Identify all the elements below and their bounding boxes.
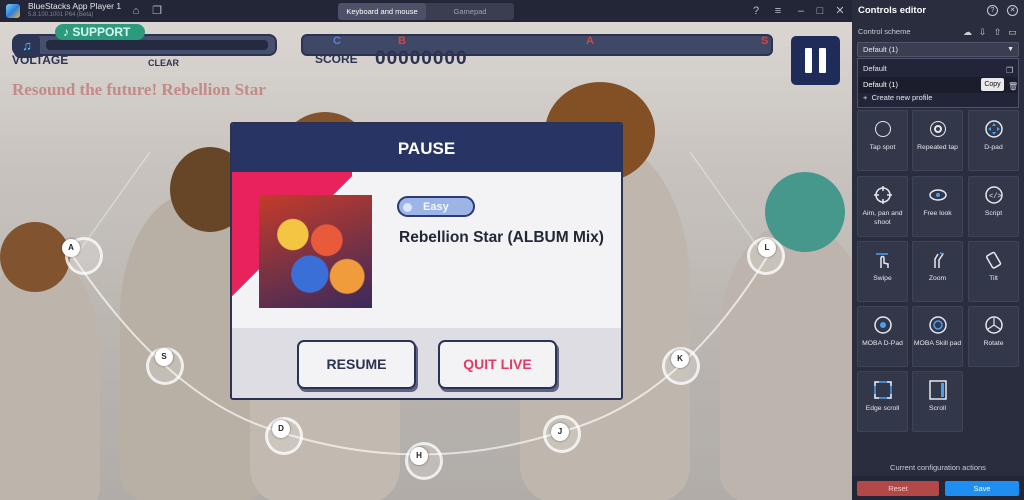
- free-look-icon: [928, 185, 948, 205]
- scroll-icon: [928, 380, 948, 400]
- create-new-profile-button[interactable]: + Create new profile: [863, 93, 932, 102]
- tile-scroll[interactable]: Scroll: [912, 371, 963, 432]
- moba-skill-icon: [928, 315, 948, 335]
- tilt-icon: [984, 250, 1004, 270]
- controls-grid: Tap spot Repeated tap D-pad Aim, pan and…: [857, 110, 1019, 432]
- close-icon[interactable]: ✕: [834, 5, 846, 17]
- quit-live-button[interactable]: QUIT LIVE: [438, 340, 557, 389]
- app-title: BlueStacks App Player 1: [28, 1, 122, 11]
- key-label-j: J: [551, 423, 569, 441]
- reset-button[interactable]: Reset: [857, 481, 939, 496]
- tab-keyboard-mouse[interactable]: Keyboard and mouse: [338, 3, 426, 20]
- chevron-down-icon: ▼: [1007, 46, 1014, 53]
- tile-dpad[interactable]: D-pad: [968, 110, 1019, 171]
- panel-title: Controls editor: [858, 5, 927, 16]
- difficulty-dot-icon: [403, 203, 412, 212]
- maximize-icon[interactable]: □: [814, 5, 826, 17]
- difficulty-label: Easy: [423, 201, 449, 213]
- bluestacks-logo-icon: [6, 4, 20, 18]
- tile-tap-spot[interactable]: Tap spot: [857, 110, 908, 171]
- edge-scroll-icon: [873, 380, 893, 400]
- pause-title: PAUSE: [397, 139, 456, 158]
- resume-button[interactable]: RESUME: [297, 340, 416, 389]
- tile-moba-dpad[interactable]: MOBA D-Pad: [857, 306, 908, 367]
- config-actions-label: Current configuration actions: [890, 463, 986, 472]
- tile-free-look[interactable]: Free look: [912, 176, 963, 237]
- tile-edge-scroll[interactable]: Edge scroll: [857, 371, 908, 432]
- key-label-d: D: [272, 420, 290, 438]
- tile-script[interactable]: </> Script: [968, 176, 1019, 237]
- cloud-icon[interactable]: ☁: [962, 27, 973, 38]
- help-icon[interactable]: ?: [987, 5, 998, 16]
- controls-editor-panel: Controls editor ? ✕ Control scheme ☁ ⇩ ⇧…: [852, 0, 1024, 500]
- help-icon[interactable]: ?: [750, 5, 762, 17]
- game-viewport[interactable]: ♫ ♪ SUPPORT VOLTAGE CLEAR C B A S SCORE …: [0, 22, 852, 500]
- key-label-a: A: [62, 239, 80, 257]
- key-label-k: K: [671, 350, 689, 368]
- scheme-option-default-1[interactable]: Default (1) Copy 🗑: [858, 77, 1018, 93]
- multi-instance-icon[interactable]: ❐: [151, 5, 163, 17]
- album-cover-image: [259, 195, 372, 308]
- menu-icon[interactable]: ≡: [772, 5, 784, 17]
- rotate-icon: [984, 315, 1004, 335]
- scheme-select-value: Default (1): [863, 45, 899, 54]
- save-button[interactable]: Save: [945, 481, 1019, 496]
- control-scheme-label: Control scheme: [858, 27, 911, 36]
- swipe-icon: [873, 250, 893, 270]
- scheme-select[interactable]: Default (1) ▼: [857, 42, 1019, 57]
- tile-repeated-tap[interactable]: Repeated tap: [912, 110, 963, 171]
- key-label-l: L: [758, 239, 776, 257]
- minimize-icon[interactable]: –: [795, 5, 807, 17]
- pause-dialog: PAUSE Easy Rebellion Star (ALBUM Mix) RE…: [230, 122, 623, 400]
- tile-tilt[interactable]: Tilt: [968, 241, 1019, 302]
- zoom-icon: [928, 250, 948, 270]
- key-label-s: S: [155, 348, 173, 366]
- scheme-option-default[interactable]: Default ❐: [858, 61, 1018, 77]
- tile-swipe[interactable]: Swipe: [857, 241, 908, 302]
- close-icon[interactable]: ✕: [1007, 5, 1018, 16]
- import-icon[interactable]: ⇩: [977, 27, 988, 38]
- scheme-dropdown: Default ❐ Default (1) Copy 🗑 + Create ne…: [857, 58, 1019, 108]
- dpad-icon: [984, 119, 1004, 139]
- copy-tooltip: Copy: [981, 78, 1004, 91]
- export-icon[interactable]: ⇧: [992, 27, 1003, 38]
- difficulty-badge: Easy: [397, 196, 475, 217]
- delete-icon[interactable]: 🗑: [1008, 79, 1018, 95]
- app-version: 5.8.100.1001 P64 (Beta): [28, 12, 94, 18]
- title-bar: BlueStacks App Player 1 5.8.100.1001 P64…: [0, 0, 852, 22]
- tap-spot-icon: [873, 119, 893, 139]
- crosshair-icon: [873, 185, 893, 205]
- tile-moba-skill-pad[interactable]: MOBA Skill pad: [912, 306, 963, 367]
- repeated-tap-icon: [928, 119, 948, 139]
- song-name: Rebellion Star (ALBUM Mix): [399, 229, 604, 246]
- open-folder-icon[interactable]: ▭: [1007, 27, 1018, 38]
- home-icon[interactable]: ⌂: [130, 5, 142, 17]
- key-label-h: H: [410, 447, 428, 465]
- tile-zoom[interactable]: Zoom: [912, 241, 963, 302]
- mode-tabs: Keyboard and mouse Gamepad: [338, 3, 514, 20]
- tile-rotate[interactable]: Rotate: [968, 306, 1019, 367]
- moba-dpad-icon: [873, 315, 893, 335]
- svg-text:</>: </>: [989, 193, 1002, 201]
- script-icon: </>: [984, 185, 1004, 205]
- tile-aim-pan-shoot[interactable]: Aim, pan and shoot: [857, 176, 908, 237]
- tab-gamepad[interactable]: Gamepad: [426, 3, 514, 20]
